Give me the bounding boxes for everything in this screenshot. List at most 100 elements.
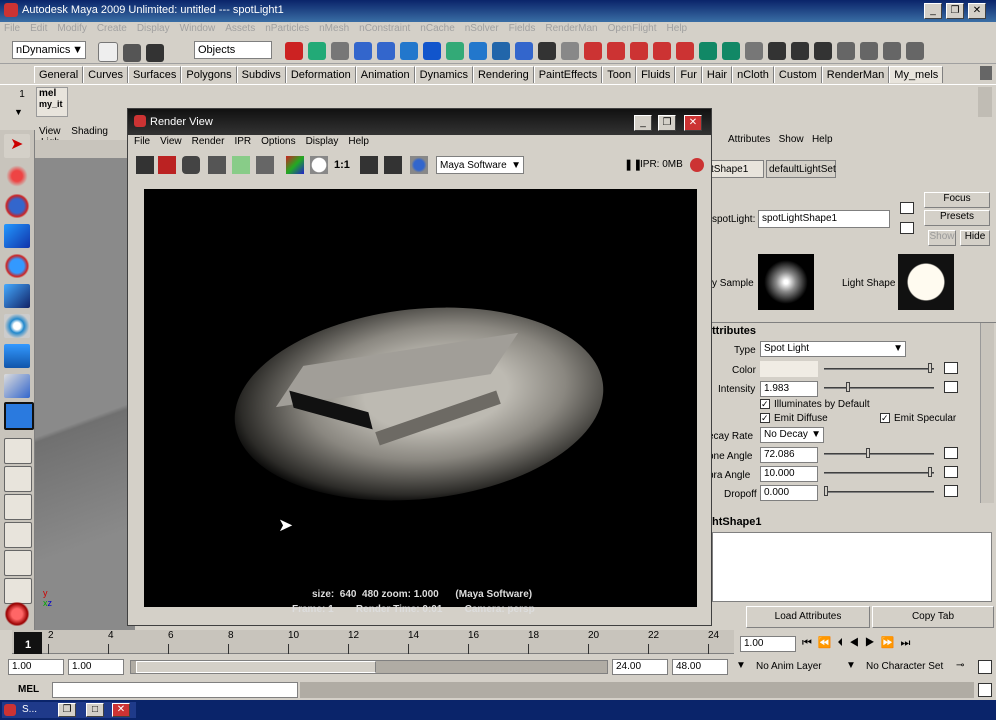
- copy-tab-button[interactable]: Copy Tab: [872, 606, 994, 628]
- end-time-field[interactable]: 48.00: [672, 659, 728, 675]
- notes-area[interactable]: [712, 532, 992, 602]
- render-region-icon[interactable]: [158, 156, 176, 174]
- time-slider-track[interactable]: 2 4 6 8 10 12 14 16 18 20 22 24: [12, 630, 734, 654]
- shelf-tab[interactable]: Toon: [602, 66, 637, 83]
- hide-button[interactable]: Hide: [960, 230, 990, 246]
- shelf-tab[interactable]: PaintEffects: [533, 66, 603, 83]
- illuminates-checkbox[interactable]: ✓: [760, 399, 770, 409]
- last-tool-icon[interactable]: [4, 402, 34, 430]
- render-seq-icon[interactable]: [256, 156, 274, 174]
- intensity-slider[interactable]: [824, 387, 934, 389]
- rgb-channel-icon[interactable]: [286, 156, 304, 174]
- select-tool-icon[interactable]: ➤: [4, 134, 30, 158]
- current-frame-marker[interactable]: 1: [14, 632, 42, 654]
- renderer-dropdown[interactable]: Maya Software ▼: [436, 156, 524, 174]
- shelf-tab[interactable]: Deformation: [285, 66, 356, 83]
- refresh-ipr-icon[interactable]: [232, 156, 250, 174]
- status-tool-icon[interactable]: [814, 42, 832, 60]
- layer-field[interactable]: 1: [12, 89, 32, 103]
- shelf-scrollbar[interactable]: [978, 87, 992, 117]
- attr-menu-show[interactable]: Show: [779, 134, 804, 145]
- paint-select-icon[interactable]: [4, 194, 30, 218]
- shelf-tab[interactable]: Subdivs: [236, 66, 286, 83]
- menu-item[interactable]: Help: [663, 22, 694, 34]
- focus-icon[interactable]: [900, 202, 914, 214]
- decay-dropdown[interactable]: No Decay ▼: [760, 427, 824, 443]
- prefs-icon[interactable]: [978, 660, 992, 674]
- shelf-tab[interactable]: Custom: [773, 66, 822, 83]
- menu-item[interactable]: Edit: [26, 22, 53, 34]
- emit-specular-checkbox[interactable]: ✓: [880, 413, 890, 423]
- status-tool-icon[interactable]: [377, 42, 395, 60]
- intensity-map-icon[interactable]: [944, 381, 958, 393]
- go-end-icon[interactable]: ⏭: [900, 637, 916, 649]
- dropoff-slider-knob[interactable]: [824, 486, 828, 496]
- anim-layer-label[interactable]: No Anim Layer: [756, 661, 822, 672]
- load-attributes-button[interactable]: Load Attributes: [746, 606, 870, 628]
- shelf-tab[interactable]: Fluids: [636, 66, 676, 83]
- attr-menu-help[interactable]: Help: [812, 134, 833, 145]
- layout-single-icon[interactable]: [4, 438, 32, 464]
- maximize-icon[interactable]: ❐: [946, 3, 964, 19]
- new-scene-icon[interactable]: [98, 42, 118, 62]
- cone-map-icon[interactable]: [944, 447, 958, 459]
- render-icon[interactable]: [4, 602, 30, 626]
- status-tool-icon[interactable]: [860, 42, 878, 60]
- penumbra-field[interactable]: 10.000: [760, 466, 818, 482]
- render-menu-item[interactable]: IPR: [228, 135, 255, 147]
- render-menu-item[interactable]: Options: [255, 135, 299, 147]
- viewport-menu-shading[interactable]: Shading: [63, 126, 108, 137]
- menu-item[interactable]: Modify: [53, 22, 92, 34]
- layout-graph-icon[interactable]: [4, 578, 32, 604]
- color-slider[interactable]: [824, 368, 934, 370]
- taskbar-item[interactable]: S... ❐ □ ✕: [2, 702, 136, 718]
- status-tool-icon[interactable]: [308, 42, 326, 60]
- intensity-sample-swatch[interactable]: [758, 254, 814, 310]
- viewport-menu-view[interactable]: View: [35, 126, 61, 137]
- status-tool-icon[interactable]: [331, 42, 349, 60]
- menu-item[interactable]: nSolver: [461, 22, 505, 34]
- script-editor-icon[interactable]: [978, 683, 992, 697]
- menu-item[interactable]: nConstraint: [355, 22, 416, 34]
- mel-label[interactable]: MEL: [18, 684, 39, 695]
- soft-mod-icon[interactable]: [4, 344, 30, 368]
- shelf-tab[interactable]: Rendering: [472, 66, 534, 83]
- presets-button[interactable]: Presets: [924, 210, 990, 226]
- attr-tab-shape[interactable]: tShape1: [710, 160, 764, 178]
- menu-item[interactable]: Window: [176, 22, 222, 34]
- color-slider-knob[interactable]: [928, 363, 932, 373]
- menu-item[interactable]: Assets: [221, 22, 261, 34]
- minimize-icon[interactable]: _: [924, 3, 942, 19]
- keep-image-icon[interactable]: [360, 156, 378, 174]
- dropoff-field[interactable]: 0.000: [760, 485, 818, 501]
- command-input[interactable]: [52, 682, 298, 698]
- menu-item[interactable]: nCache: [416, 22, 460, 34]
- key-icon[interactable]: ⊸: [956, 660, 964, 671]
- menu-item[interactable]: Create: [93, 22, 133, 34]
- color-map-icon[interactable]: [944, 362, 958, 374]
- close-icon[interactable]: ✕: [968, 3, 986, 19]
- cone-slider-knob[interactable]: [866, 448, 870, 458]
- attr-scrollbar[interactable]: [980, 323, 994, 503]
- render-camera-icon[interactable]: [410, 156, 428, 174]
- shelf-scroll-icon[interactable]: ▼: [14, 107, 23, 117]
- ipr-icon[interactable]: [208, 156, 226, 174]
- render-menu-item[interactable]: Display: [300, 135, 343, 147]
- render-close-icon[interactable]: ✕: [684, 115, 702, 131]
- status-tool-icon[interactable]: [400, 42, 418, 60]
- menu-item[interactable]: RenderMan: [541, 22, 603, 34]
- taskbar-max-icon[interactable]: □: [86, 703, 104, 717]
- alpha-channel-icon[interactable]: [310, 156, 328, 174]
- character-set-icon[interactable]: ▼: [846, 660, 856, 671]
- status-tool-icon[interactable]: [768, 42, 786, 60]
- lasso-tool-icon[interactable]: [4, 164, 30, 188]
- taskbar-close-icon[interactable]: ✕: [112, 703, 130, 717]
- show-manip-icon[interactable]: [4, 374, 30, 398]
- shelf-delete-icon[interactable]: [980, 66, 992, 80]
- penumbra-map-icon[interactable]: [944, 466, 958, 478]
- shelf-tab[interactable]: Surfaces: [127, 66, 182, 83]
- rotate-tool-icon[interactable]: [4, 254, 30, 278]
- shelf-tab[interactable]: nCloth: [732, 66, 774, 83]
- status-tool-icon[interactable]: [607, 42, 625, 60]
- render-menu-item[interactable]: Help: [342, 135, 373, 147]
